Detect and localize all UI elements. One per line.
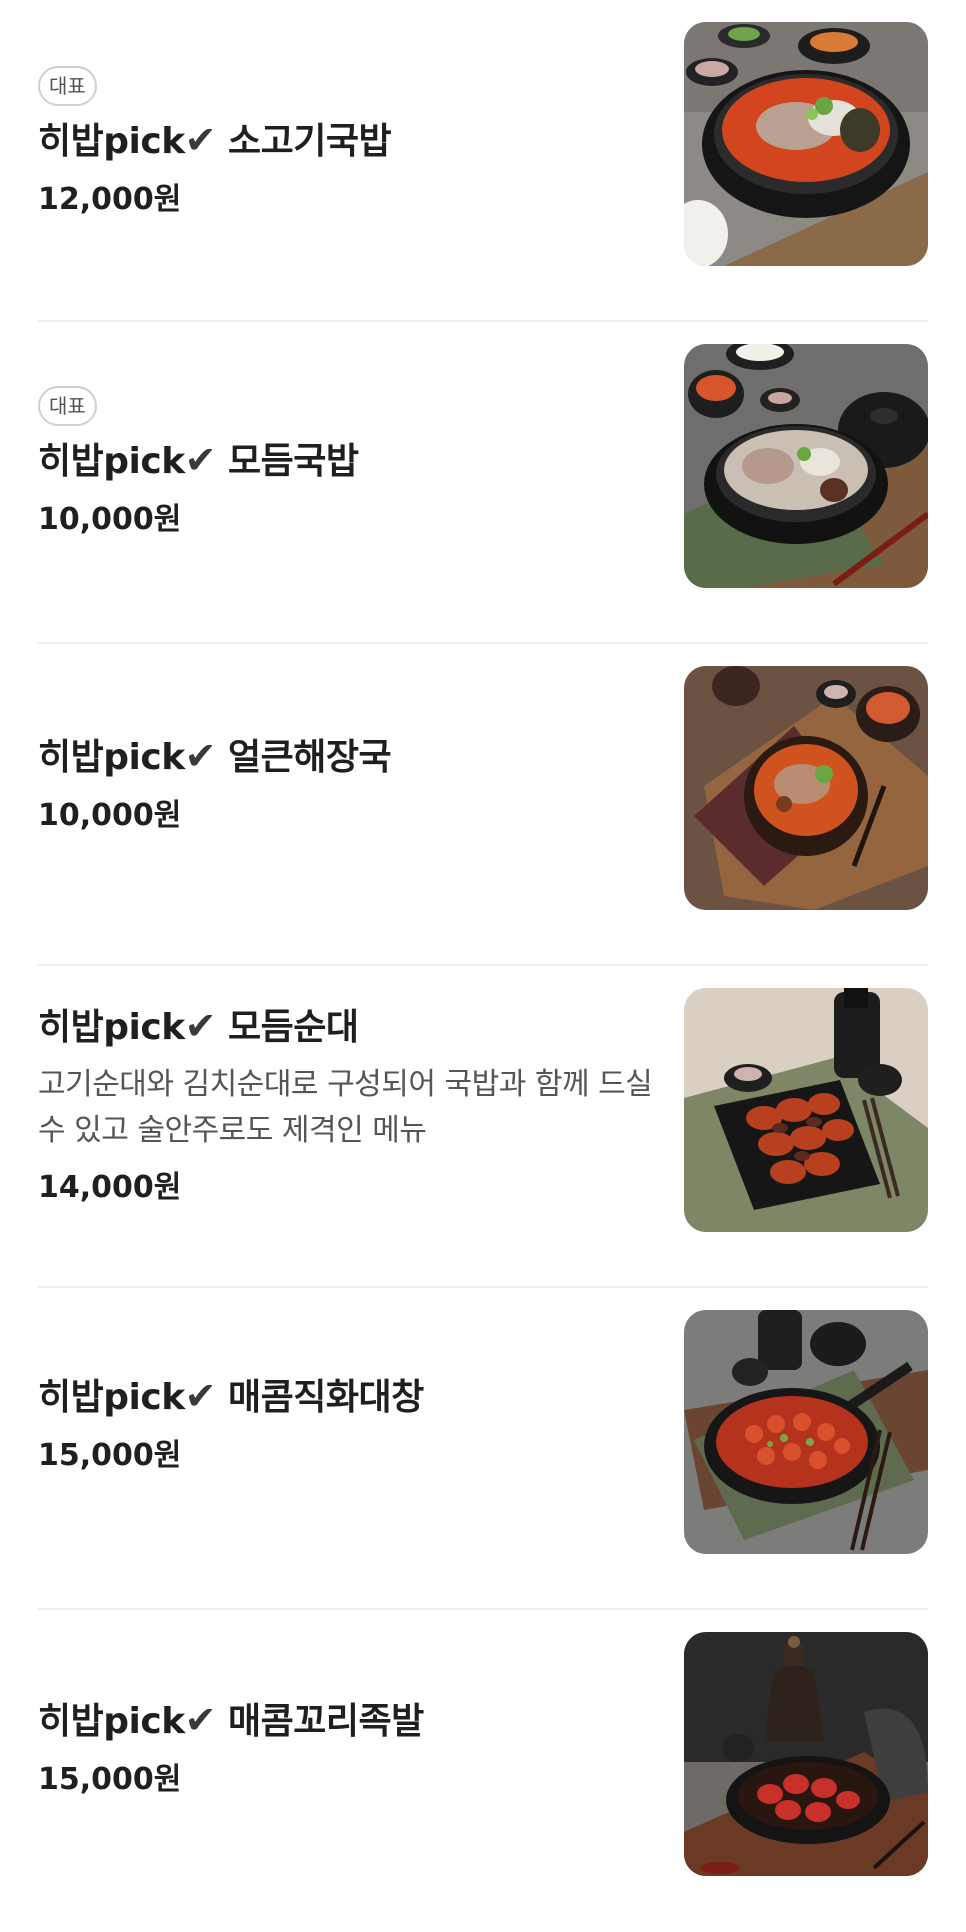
- title-prefix: 히밥pick: [38, 121, 185, 162]
- menu-item-price: 15,000원: [38, 1762, 182, 1797]
- check-icon: ✔: [184, 1374, 217, 1418]
- title-prefix: 히밥pick: [38, 1701, 185, 1742]
- menu-item-info: 대표 히밥pick✔ 소고기국밥 12,000원: [38, 0, 658, 320]
- menu-item-spicy-haejangguk[interactable]: 히밥pick✔ 얼큰해장국 10,000원: [38, 644, 928, 966]
- menu-item-info: 히밥pick✔ 매콤꼬리족발 15,000원: [38, 1610, 658, 1932]
- menu-item-beef-gukbap[interactable]: 대표 히밥pick✔ 소고기국밥 12,000원: [38, 0, 928, 322]
- menu-item-info: 히밥pick✔ 모듬순대 고기순대와 김치순대로 구성되어 국밥과 함께 드실수…: [38, 966, 658, 1286]
- menu-item-description: 고기순대와 김치순대로 구성되어 국밥과 함께 드실수 있고 술안주로도 제격인…: [38, 1067, 653, 1148]
- menu-item-info: 히밥pick✔ 얼큰해장국 10,000원: [38, 644, 658, 964]
- signature-badge: 대표: [38, 386, 97, 426]
- menu-item-name: 매콤직화대창: [228, 1377, 424, 1418]
- title-prefix: 히밥pick: [38, 737, 185, 778]
- menu-item-spicy-daechang[interactable]: 히밥pick✔ 매콤직화대창 15,000원: [38, 1288, 928, 1610]
- menu-item-name: 얼큰해장국: [228, 737, 392, 778]
- menu-item-price: 10,000원: [38, 502, 182, 537]
- menu-item-price: 12,000원: [38, 182, 182, 217]
- menu-item-price: 10,000원: [38, 798, 182, 833]
- menu-item-title: 히밥pick✔ 소고기국밥: [38, 118, 392, 164]
- menu-item-title: 히밥pick✔ 매콤꼬리족발: [38, 1698, 424, 1744]
- menu-item-title: 히밥pick✔ 모듬국밥: [38, 438, 359, 484]
- menu-item-price: 15,000원: [38, 1438, 182, 1473]
- check-icon: ✔: [184, 118, 217, 162]
- menu-item-name: 모듬국밥: [228, 441, 359, 482]
- check-icon: ✔: [184, 1004, 217, 1048]
- signature-badge: 대표: [38, 66, 97, 106]
- assorted-sundae-photo[interactable]: [684, 988, 928, 1232]
- spicy-haejangguk-photo[interactable]: [684, 666, 928, 910]
- menu-list: 대표 히밥pick✔ 소고기국밥 12,000원 대표 히밥pick✔ 모듬국밥…: [0, 0, 966, 1895]
- check-icon: ✔: [184, 1698, 217, 1742]
- check-icon: ✔: [184, 438, 217, 482]
- menu-item-title: 히밥pick✔ 모듬순대: [38, 1004, 359, 1050]
- check-icon: ✔: [184, 734, 217, 778]
- menu-item-mixed-gukbap[interactable]: 대표 히밥pick✔ 모듬국밥 10,000원: [38, 322, 928, 644]
- menu-item-info: 대표 히밥pick✔ 모듬국밥 10,000원: [38, 322, 658, 642]
- menu-item-spicy-tail-jokbal[interactable]: 히밥pick✔ 매콤꼬리족발 15,000원: [38, 1610, 928, 1932]
- title-prefix: 히밥pick: [38, 441, 185, 482]
- spicy-grilled-daechang-photo[interactable]: [684, 1310, 928, 1554]
- title-prefix: 히밥pick: [38, 1007, 185, 1048]
- menu-item-title: 히밥pick✔ 매콤직화대창: [38, 1374, 424, 1420]
- menu-item-title: 히밥pick✔ 얼큰해장국: [38, 734, 392, 780]
- menu-item-name: 매콤꼬리족발: [228, 1701, 424, 1742]
- spicy-tail-jokbal-photo[interactable]: [684, 1632, 928, 1876]
- menu-item-info: 히밥pick✔ 매콤직화대창 15,000원: [38, 1288, 658, 1608]
- menu-item-assorted-sundae[interactable]: 히밥pick✔ 모듬순대 고기순대와 김치순대로 구성되어 국밥과 함께 드실수…: [38, 966, 928, 1288]
- menu-item-price: 14,000원: [38, 1170, 182, 1205]
- title-prefix: 히밥pick: [38, 1377, 185, 1418]
- menu-item-name: 모듬순대: [228, 1007, 359, 1048]
- menu-item-name: 소고기국밥: [228, 121, 392, 162]
- beef-soup-photo[interactable]: [684, 22, 928, 266]
- mixed-gukbap-photo[interactable]: [684, 344, 928, 588]
